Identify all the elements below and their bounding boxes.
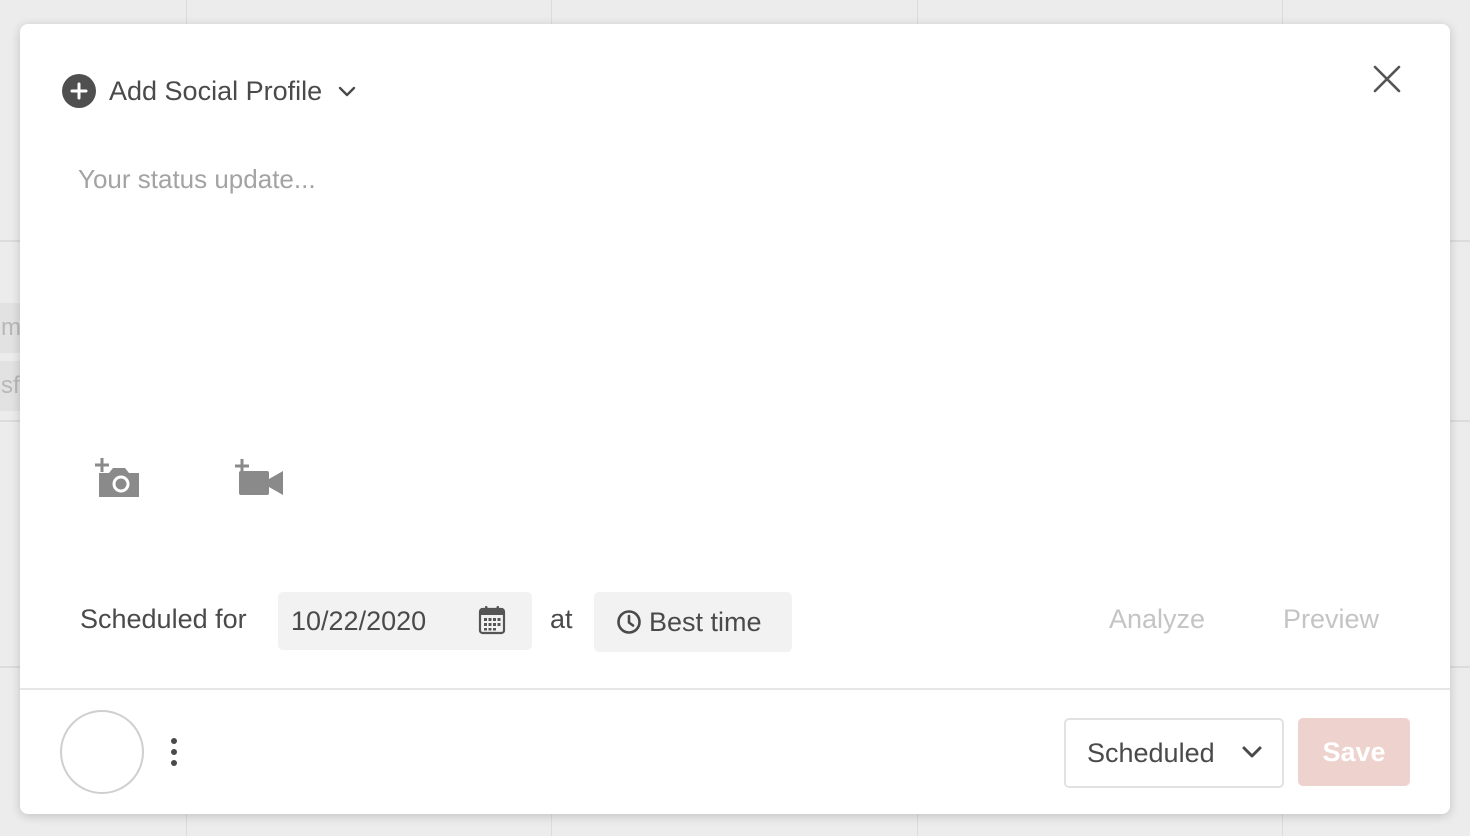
- close-icon: [1373, 65, 1401, 93]
- calendar-icon: [478, 606, 506, 635]
- at-label: at: [550, 604, 573, 634]
- post-status-select[interactable]: Scheduled: [1064, 718, 1284, 788]
- schedule-date-picker[interactable]: 10/22/2020: [278, 592, 532, 650]
- scheduled-for-label: Scheduled for: [80, 604, 247, 634]
- vertical-ellipsis-icon: [171, 760, 177, 766]
- add-photo-icon: [95, 458, 139, 497]
- post-status-value: Scheduled: [1087, 738, 1215, 768]
- schedule-row: Scheduled for 10/22/2020 at Best time An…: [20, 592, 1450, 652]
- status-update-input[interactable]: [78, 164, 1398, 424]
- footer-divider: [20, 688, 1450, 690]
- plus-circle-icon: [62, 74, 96, 108]
- add-video-button[interactable]: [232, 454, 288, 502]
- avatar[interactable]: [60, 710, 144, 794]
- add-social-profile-dropdown[interactable]: Add Social Profile: [62, 74, 356, 108]
- schedule-date-value: 10/22/2020: [291, 606, 427, 636]
- chevron-down-icon: [338, 86, 356, 97]
- chevron-down-icon: [1242, 746, 1262, 758]
- save-button[interactable]: Save: [1298, 718, 1410, 786]
- background-post-text: sf: [1, 372, 20, 399]
- add-social-profile-label: Add Social Profile: [109, 75, 323, 106]
- clock-icon: [617, 610, 641, 634]
- post-composer-modal: Add Social Profile Scheduled for 10/22/2…: [20, 24, 1450, 814]
- background-post-item: sf: [0, 361, 22, 411]
- close-button[interactable]: [1370, 62, 1404, 96]
- more-options-button[interactable]: [164, 734, 184, 770]
- add-photo-button[interactable]: [92, 454, 148, 502]
- analyze-button[interactable]: Analyze: [1109, 604, 1205, 635]
- background-post-text: m: [1, 314, 21, 341]
- preview-button[interactable]: Preview: [1283, 604, 1379, 635]
- background-post-item: m: [0, 303, 22, 353]
- best-time-button[interactable]: Best time: [594, 592, 792, 652]
- best-time-label: Best time: [649, 606, 762, 637]
- add-video-icon: [235, 459, 283, 495]
- vertical-ellipsis-icon: [171, 738, 177, 744]
- vertical-ellipsis-icon: [171, 749, 177, 755]
